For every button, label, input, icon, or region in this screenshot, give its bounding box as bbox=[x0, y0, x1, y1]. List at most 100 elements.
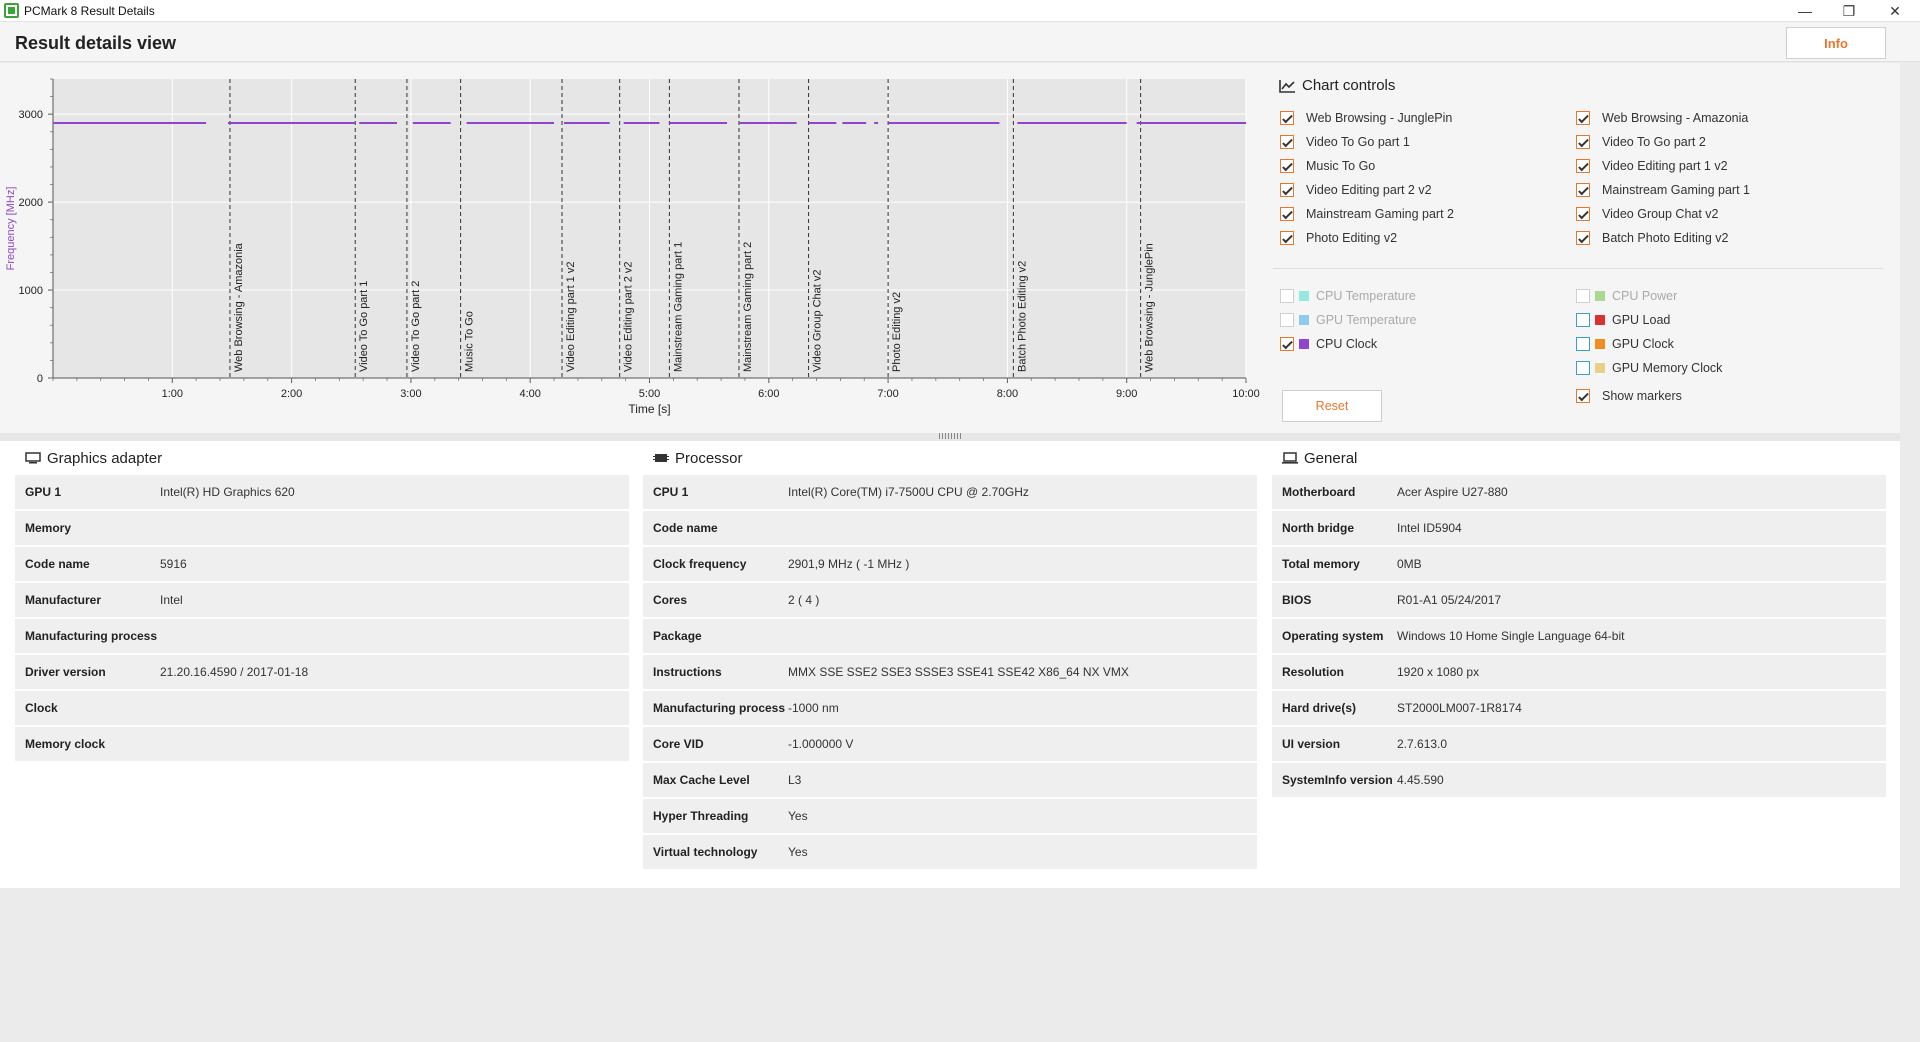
graphics-row-key: Clock bbox=[25, 701, 58, 715]
test-toggle-left-1[interactable]: Video To Go part 1 bbox=[1280, 133, 1410, 151]
test-toggle-right-2[interactable]: Video Editing part 1 v2 bbox=[1576, 157, 1728, 175]
test-toggle-left-2-checkbox[interactable] bbox=[1280, 159, 1294, 173]
test-toggle-right-2-label: Video Editing part 1 v2 bbox=[1602, 159, 1728, 173]
processor-row: Package bbox=[643, 619, 1257, 654]
metric-toggle-right-3-checkbox[interactable] bbox=[1576, 361, 1590, 375]
metric-toggle-right-1-checkbox[interactable] bbox=[1576, 313, 1590, 327]
test-toggle-right-5-label: Batch Photo Editing v2 bbox=[1602, 231, 1729, 245]
processor-row-value: Intel(R) Core(TM) i7-7500U CPU @ 2.70GHz bbox=[788, 485, 1029, 499]
test-toggle-left-4[interactable]: Mainstream Gaming part 2 bbox=[1280, 205, 1454, 223]
test-toggle-right-5-checkbox[interactable] bbox=[1576, 231, 1590, 245]
metric-toggle-left-2-label: CPU Clock bbox=[1316, 337, 1378, 351]
x-tick-label: 1:00 bbox=[162, 388, 183, 400]
test-toggle-left-3-checkbox[interactable] bbox=[1280, 183, 1294, 197]
test-toggle-right-4-checkbox[interactable] bbox=[1576, 207, 1590, 221]
processor-row-value: -1000 nm bbox=[788, 701, 839, 715]
graphics-row-value: Intel bbox=[160, 593, 183, 607]
test-toggle-left-0[interactable]: Web Browsing - JunglePin bbox=[1280, 109, 1452, 127]
metric-toggle-right-2[interactable]: GPU Clock bbox=[1576, 335, 1674, 353]
metric-toggle-right-0: CPU Power bbox=[1576, 287, 1677, 305]
x-tick-label: 4:00 bbox=[519, 388, 540, 400]
graphics-row-key: Manufacturer bbox=[25, 593, 102, 607]
general-row-value: ST2000LM007-1R8174 bbox=[1397, 701, 1522, 715]
processor-row: Cores 2 ( 4 ) bbox=[643, 583, 1257, 618]
graphics-row: Driver version 21.20.16.4590 / 2017-01-18 bbox=[15, 655, 629, 690]
graphics-row-key: Manufacturing process bbox=[25, 629, 158, 643]
marker-label: Photo Editing v2 bbox=[891, 292, 903, 372]
test-toggle-right-1-checkbox[interactable] bbox=[1576, 135, 1590, 149]
metric-toggle-right-2-checkbox[interactable] bbox=[1576, 337, 1590, 351]
metric-toggle-right-0-swatch bbox=[1595, 291, 1605, 301]
general-row: SystemInfo version 4.45.590 bbox=[1272, 763, 1886, 798]
show-markers-toggle-checkbox[interactable] bbox=[1576, 389, 1590, 403]
minimize-button[interactable]: — bbox=[1782, 0, 1828, 22]
test-toggle-left-4-label: Mainstream Gaming part 2 bbox=[1306, 207, 1454, 221]
info-button[interactable]: Info bbox=[1786, 27, 1886, 59]
general-panel: General Motherboard Acer Aspire U27-880 No… bbox=[1272, 441, 1886, 799]
processor-row-key: Instructions bbox=[653, 665, 722, 679]
metric-toggle-left-2[interactable]: CPU Clock bbox=[1280, 335, 1377, 353]
general-row-value: Acer Aspire U27-880 bbox=[1397, 485, 1508, 499]
test-toggle-left-3[interactable]: Video Editing part 2 v2 bbox=[1280, 181, 1432, 199]
test-toggle-left-5-checkbox[interactable] bbox=[1280, 231, 1294, 245]
processor-row: Core VID -1.000000 V bbox=[643, 727, 1257, 762]
processor-title: Processor bbox=[675, 449, 743, 467]
metric-toggle-left-0: CPU Temperature bbox=[1280, 287, 1416, 305]
cpu-clock-chart: 0 1000 2000 3000 1:00 2:00 3:00 4:00 5:00 6:00 7:0… bbox=[5, 78, 1260, 416]
x-tick-label: 6:00 bbox=[758, 388, 779, 400]
test-toggle-left-2[interactable]: Music To Go bbox=[1280, 157, 1375, 175]
processor-row: Virtual technology Yes bbox=[643, 835, 1257, 870]
metric-toggle-left-0-checkbox bbox=[1280, 289, 1294, 303]
processor-row-key: Hyper Threading bbox=[653, 809, 749, 823]
test-toggle-right-5[interactable]: Batch Photo Editing v2 bbox=[1576, 229, 1728, 247]
marker-label: Batch Photo Editing v2 bbox=[1016, 261, 1028, 372]
test-toggle-left-5-label: Photo Editing v2 bbox=[1306, 231, 1398, 245]
test-toggle-right-1[interactable]: Video To Go part 2 bbox=[1576, 133, 1706, 151]
general-header: General bbox=[1272, 441, 1886, 475]
processor-header: Processor bbox=[643, 441, 1257, 475]
processor-row: Manufacturing process -1000 nm bbox=[643, 691, 1257, 726]
reset-button[interactable]: Reset bbox=[1282, 390, 1382, 422]
general-row-value: 1920 x 1080 px bbox=[1397, 665, 1480, 679]
graphics-row: Manufacturer Intel bbox=[15, 583, 629, 618]
graphics-row-key: GPU 1 bbox=[25, 485, 62, 499]
marker-label: Mainstream Gaming part 1 bbox=[672, 242, 684, 372]
graphics-row-value: 21.20.16.4590 / 2017-01-18 bbox=[160, 665, 309, 679]
test-toggle-right-4-label: Video Group Chat v2 bbox=[1602, 207, 1719, 221]
metric-toggle-left-0-swatch bbox=[1299, 291, 1309, 301]
chart-controls: Chart controls Web Browsing - JunglePin V… bbox=[1273, 63, 1888, 428]
test-toggle-right-0-checkbox[interactable] bbox=[1576, 111, 1590, 125]
test-toggle-right-0[interactable]: Web Browsing - Amazonia bbox=[1576, 109, 1748, 127]
processor-row-key: Package bbox=[653, 629, 702, 643]
processor-row-value: MMX SSE SSE2 SSE3 SSSE3 SSE41 SSE42 X86_… bbox=[788, 665, 1129, 679]
x-tick-label: 7:00 bbox=[877, 388, 898, 400]
test-toggle-left-1-checkbox[interactable] bbox=[1280, 135, 1294, 149]
splitter-grip[interactable] bbox=[939, 433, 961, 439]
test-toggle-right-3[interactable]: Mainstream Gaming part 1 bbox=[1576, 181, 1750, 199]
metric-toggle-left-2-checkbox[interactable] bbox=[1280, 337, 1294, 351]
test-toggle-left-5[interactable]: Photo Editing v2 bbox=[1280, 229, 1397, 247]
show-markers-toggle-label: Show markers bbox=[1602, 389, 1682, 403]
test-toggle-right-4[interactable]: Video Group Chat v2 bbox=[1576, 205, 1719, 223]
test-toggle-left-4-checkbox[interactable] bbox=[1280, 207, 1294, 221]
page-title: Result details view bbox=[15, 33, 177, 53]
graphics-row: Memory bbox=[15, 511, 629, 546]
metric-toggle-right-2-swatch bbox=[1595, 339, 1605, 349]
marker-label: Video To Go part 1 bbox=[358, 281, 370, 372]
test-toggle-right-3-checkbox[interactable] bbox=[1576, 183, 1590, 197]
metric-toggle-right-3[interactable]: GPU Memory Clock bbox=[1576, 359, 1722, 377]
title-bar: PCMark 8 Result Details — ❐ ✕ bbox=[0, 0, 1920, 22]
test-toggle-right-2-checkbox[interactable] bbox=[1576, 159, 1590, 173]
close-button[interactable]: ✕ bbox=[1872, 0, 1918, 22]
y-tick-label: 1000 bbox=[19, 285, 43, 297]
x-tick-label: 3:00 bbox=[400, 388, 421, 400]
maximize-button[interactable]: ❐ bbox=[1826, 0, 1872, 22]
show-markers-toggle[interactable]: Show markers bbox=[1576, 387, 1682, 405]
graphics-adapter-title: Graphics adapter bbox=[47, 449, 163, 467]
graphics-row: Memory clock bbox=[15, 727, 629, 762]
processor-row-key: Core VID bbox=[653, 737, 704, 751]
general-row-value: Intel ID5904 bbox=[1397, 521, 1462, 535]
x-axis-label: Time [s] bbox=[628, 402, 670, 416]
test-toggle-left-0-checkbox[interactable] bbox=[1280, 111, 1294, 125]
metric-toggle-right-1[interactable]: GPU Load bbox=[1576, 311, 1670, 329]
